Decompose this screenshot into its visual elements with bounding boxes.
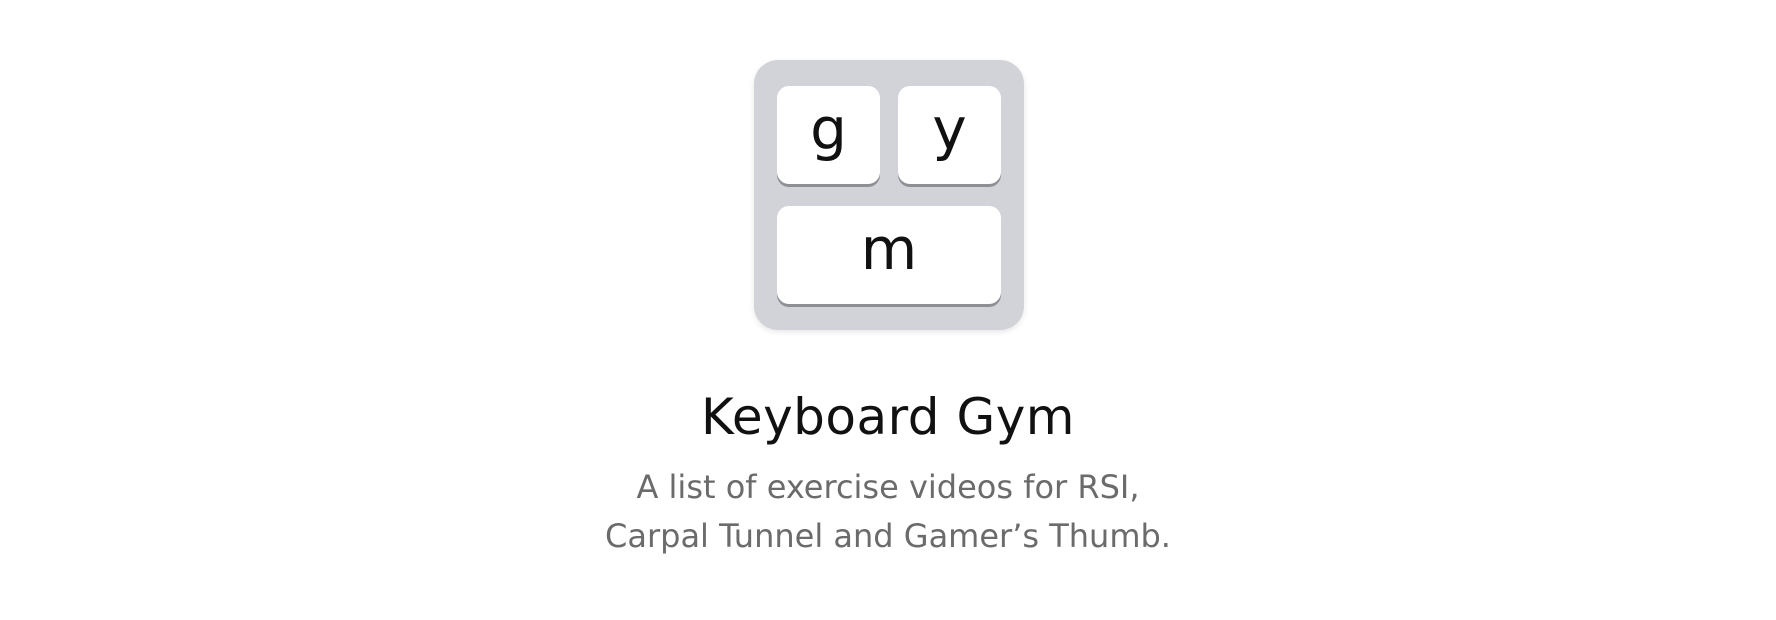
description-line-1: A list of exercise videos for RSI, (636, 468, 1140, 506)
app-description: A list of exercise videos for RSI, Carpa… (0, 463, 1776, 561)
app-icon: g y m (754, 60, 1024, 330)
keycap-label: g (810, 95, 847, 163)
keycap-label: m (860, 215, 918, 283)
keycap-g: g (777, 86, 880, 184)
keycap-label: y (932, 95, 967, 163)
description-line-2: Carpal Tunnel and Gamer’s Thumb. (605, 517, 1171, 555)
keycap-m: m (777, 206, 1001, 304)
keycap-y: y (898, 86, 1001, 184)
app-title: Keyboard Gym (701, 388, 1075, 446)
